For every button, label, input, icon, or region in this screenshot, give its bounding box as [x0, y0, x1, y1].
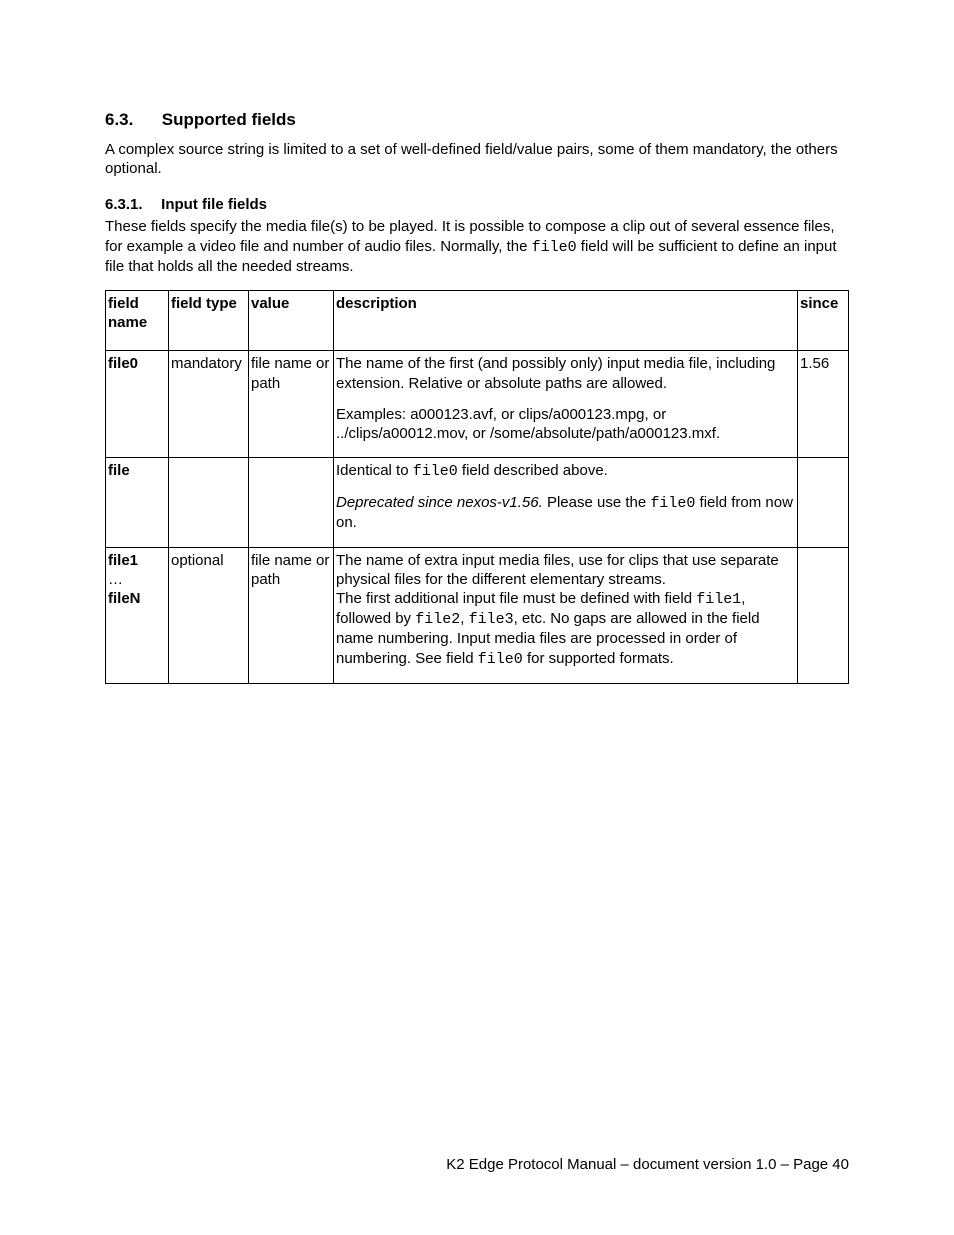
- code-file2: file2: [415, 611, 460, 628]
- section-number: 6.3.: [105, 110, 157, 130]
- code-file0: file0: [532, 239, 577, 256]
- cell-desc: Identical to file0 field described above…: [334, 458, 798, 548]
- code-file0: file0: [478, 651, 523, 668]
- cell-value: file name or path: [249, 351, 334, 458]
- th-type: field type: [169, 290, 249, 350]
- cell-since: [798, 458, 849, 548]
- deprecated-note: Deprecated since nexos-v1.56.: [336, 494, 543, 511]
- th-desc: description: [334, 290, 798, 350]
- cell-desc: The name of extra input media files, use…: [334, 547, 798, 683]
- table-row: file1 … fileN optional file name or path…: [106, 547, 849, 683]
- page-footer: K2 Edge Protocol Manual – document versi…: [446, 1156, 849, 1173]
- subsection-number: 6.3.1.: [105, 196, 157, 213]
- code-file0: file0: [413, 463, 458, 480]
- cell-field: file: [106, 458, 169, 548]
- cell-value: file name or path: [249, 547, 334, 683]
- cell-type: [169, 458, 249, 548]
- cell-since: 1.56: [798, 351, 849, 458]
- cell-type: optional: [169, 547, 249, 683]
- subsection-title: Input file fields: [161, 196, 267, 213]
- cell-since: [798, 547, 849, 683]
- th-field: field name: [106, 290, 169, 350]
- table-row: file Identical to file0 field described …: [106, 458, 849, 548]
- section-title: Supported fields: [162, 110, 296, 129]
- section-heading: 6.3. Supported fields: [105, 110, 849, 130]
- cell-value: [249, 458, 334, 548]
- subsection-heading: 6.3.1. Input file fields: [105, 196, 849, 213]
- cell-field: file0: [106, 351, 169, 458]
- th-value: value: [249, 290, 334, 350]
- cell-field: file1 … fileN: [106, 547, 169, 683]
- table-row: file0 mandatory file name or path The na…: [106, 351, 849, 458]
- document-page: 6.3. Supported fields A complex source s…: [0, 0, 954, 1235]
- cell-type: mandatory: [169, 351, 249, 458]
- cell-desc: The name of the first (and possibly only…: [334, 351, 798, 458]
- table-header-row: field name field type value description …: [106, 290, 849, 350]
- code-file0: file0: [650, 495, 695, 512]
- th-since: since: [798, 290, 849, 350]
- fields-table: field name field type value description …: [105, 290, 849, 684]
- code-file1: file1: [696, 591, 741, 608]
- code-file3: file3: [469, 611, 514, 628]
- section-intro: A complex source string is limited to a …: [105, 140, 849, 178]
- subsection-intro: These fields specify the media file(s) t…: [105, 217, 849, 276]
